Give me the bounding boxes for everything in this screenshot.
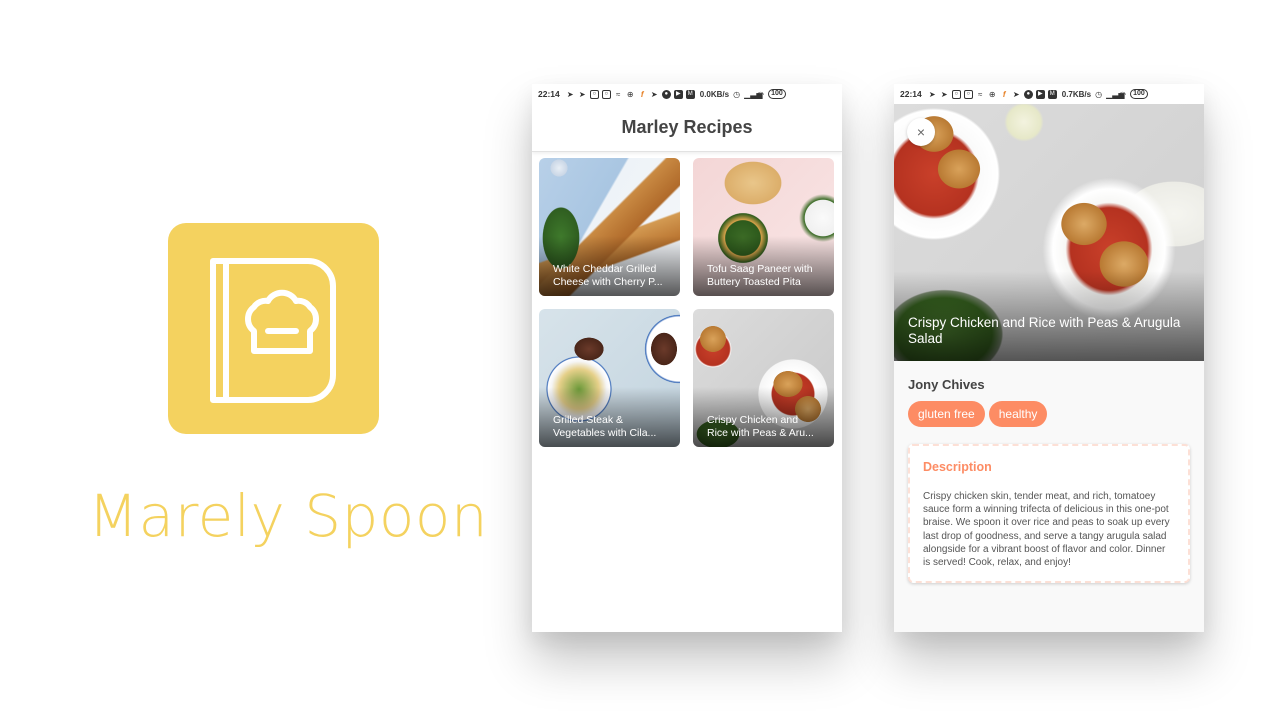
alarm-icon: ◷ bbox=[733, 89, 741, 99]
recipe-hero: × Crispy Chicken and Rice with Peas & Ar… bbox=[894, 104, 1204, 361]
brand-name: Marely Spoon bbox=[88, 482, 489, 550]
youtube-icon: ▶ bbox=[1035, 89, 1045, 99]
app-icon: ≈ bbox=[616, 89, 621, 99]
network-speed: 0.7KB/s bbox=[1061, 89, 1092, 99]
youtube-icon: ▶ bbox=[673, 89, 683, 99]
description-heading: Description bbox=[923, 460, 992, 474]
description-text: Crispy chicken skin, tender meat, and ri… bbox=[923, 491, 1170, 569]
recipe-card-title: Tofu Saag Paneer with Buttery Toasted Pi… bbox=[707, 263, 813, 288]
tag-chip[interactable]: gluten free bbox=[908, 401, 985, 427]
close-icon: × bbox=[916, 124, 926, 140]
wifi-icon: ◠ bbox=[1119, 89, 1127, 99]
app-bar-title: Marley Recipes bbox=[532, 104, 842, 152]
battery-indicator: 100 bbox=[768, 89, 786, 99]
signal-icon: ▁▃▅ bbox=[1106, 89, 1125, 99]
recipe-detail-screen: 22:14 ➤ ➤ ○ ○ ≈ ⊕ f ➤ ● ▶ M 0.7KB/s ◷ ▁▃… bbox=[894, 84, 1204, 632]
app-orange-icon: f bbox=[640, 89, 644, 99]
status-bar: 22:14 ➤ ➤ ○ ○ ≈ ⊕ f ➤ ● ▶ M 0.7KB/s ◷ ▁▃… bbox=[894, 84, 1204, 104]
telegram-icon: ➤ bbox=[940, 89, 948, 99]
recipe-book-chef-hat-icon bbox=[210, 258, 336, 403]
mail-icon: M bbox=[1047, 89, 1057, 99]
drop-icon: ● bbox=[661, 89, 671, 99]
drop-icon: ● bbox=[1023, 89, 1033, 99]
recipe-list-screen: 22:14 ➤ ➤ ○ ○ ≈ ⊕ f ➤ ● ▶ M 0.0KB/s ◷ ▁▃… bbox=[532, 84, 842, 632]
close-button[interactable]: × bbox=[907, 118, 935, 146]
tag-list: gluten free healthy bbox=[908, 401, 1190, 427]
battery-indicator: 100 bbox=[1130, 89, 1148, 99]
mail-icon: M bbox=[685, 89, 695, 99]
recipe-card[interactable]: White Cheddar Grilled Cheese with Cherry… bbox=[539, 158, 680, 296]
recipe-card-title: Grilled Steak & Vegetables with Cila... bbox=[553, 414, 657, 439]
telegram-icon: ➤ bbox=[650, 89, 658, 99]
globe-icon: ⊕ bbox=[988, 89, 996, 99]
recipe-card[interactable]: Grilled Steak & Vegetables with Cila... bbox=[539, 309, 680, 447]
signal-icon: ▁▃▅ bbox=[744, 89, 763, 99]
network-speed: 0.0KB/s bbox=[699, 89, 730, 99]
app-logo bbox=[168, 223, 379, 434]
status-time: 22:14 bbox=[900, 89, 922, 99]
telegram-icon: ➤ bbox=[578, 89, 586, 99]
recipe-card-title: White Cheddar Grilled Cheese with Cherry… bbox=[553, 263, 663, 288]
recipe-card[interactable]: Crispy Chicken and Rice with Peas & Aru.… bbox=[693, 309, 834, 447]
description-card: Description Crispy chicken skin, tender … bbox=[908, 444, 1190, 584]
recipe-title: Crispy Chicken and Rice with Peas & Arug… bbox=[908, 315, 1181, 346]
instagram-icon: ○ bbox=[963, 89, 973, 99]
recipe-card-title: Crispy Chicken and Rice with Peas & Aru.… bbox=[707, 414, 814, 439]
tag-chip[interactable]: healthy bbox=[988, 401, 1048, 427]
showcase-stage: Marely Spoon 22:14 ➤ ➤ ○ ○ ≈ ⊕ f ➤ ● ▶ M… bbox=[0, 0, 1280, 720]
instagram-icon: ○ bbox=[589, 89, 599, 99]
wifi-icon: ◠ bbox=[757, 89, 765, 99]
status-time: 22:14 bbox=[538, 89, 560, 99]
instagram-icon: ○ bbox=[951, 89, 961, 99]
telegram-icon: ➤ bbox=[928, 89, 936, 99]
instagram-icon: ○ bbox=[601, 89, 611, 99]
app-orange-icon: f bbox=[1002, 89, 1006, 99]
app-icon: ≈ bbox=[978, 89, 983, 99]
globe-icon: ⊕ bbox=[626, 89, 634, 99]
status-bar: 22:14 ➤ ➤ ○ ○ ≈ ⊕ f ➤ ● ▶ M 0.0KB/s ◷ ▁▃… bbox=[532, 84, 842, 104]
telegram-icon: ➤ bbox=[1012, 89, 1020, 99]
alarm-icon: ◷ bbox=[1095, 89, 1103, 99]
recipe-card[interactable]: Tofu Saag Paneer with Buttery Toasted Pi… bbox=[693, 158, 834, 296]
recipe-grid: White Cheddar Grilled Cheese with Cherry… bbox=[532, 152, 842, 447]
recipe-author: Jony Chives bbox=[908, 377, 985, 392]
telegram-icon: ➤ bbox=[566, 89, 574, 99]
